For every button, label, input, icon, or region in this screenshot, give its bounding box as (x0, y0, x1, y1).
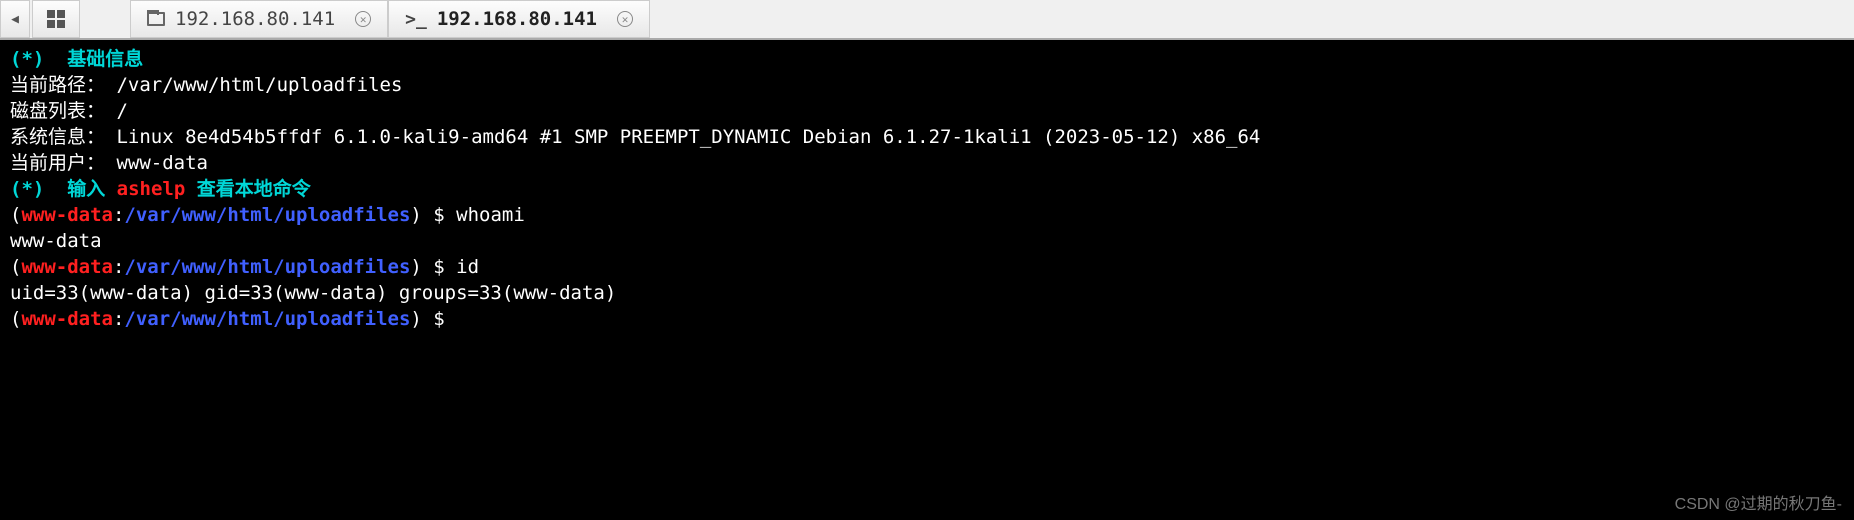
command-input: whoami (456, 204, 525, 226)
prompt-user: www-data (21, 308, 113, 330)
tab-file-browser[interactable]: 192.168.80.141 ✕ (130, 0, 388, 38)
tab-label: 192.168.80.141 (175, 8, 335, 30)
prompt-colon: : (113, 256, 124, 278)
section-title: 基础信息 (44, 48, 143, 70)
tab-bar: ◀ 192.168.80.141 ✕ >_ 192.168.80.141 ✕ (0, 0, 1854, 40)
terminal-icon: >_ (405, 9, 427, 30)
user-value: www-data (105, 152, 208, 174)
sys-value: Linux 8e4d54b5ffdf 6.1.0-kali9-amd64 #1 … (105, 126, 1260, 148)
prompt-path: /var/www/html/uploadfiles (124, 256, 410, 278)
prompt-suffix: ) $ (410, 256, 456, 278)
help-suffix: 查看本地命令 (185, 178, 310, 200)
back-button[interactable]: ◀ (0, 0, 30, 38)
terminal-output[interactable]: (*) 基础信息 当前路径： /var/www/html/uploadfiles… (0, 40, 1854, 338)
disk-label: 磁盘列表： (10, 100, 105, 122)
help-cmd: ashelp (117, 178, 186, 200)
close-icon[interactable]: ✕ (617, 11, 633, 27)
prompt-user: www-data (21, 256, 113, 278)
tab-label: 192.168.80.141 (437, 8, 597, 30)
prompt-lparen: ( (10, 204, 21, 226)
prompt-colon: : (113, 204, 124, 226)
folder-icon (147, 12, 165, 26)
command-input: id (456, 256, 479, 278)
prompt-path: /var/www/html/uploadfiles (124, 308, 410, 330)
help-prefix: 输入 (44, 178, 116, 200)
user-label: 当前用户： (10, 152, 105, 174)
command-output: www-data (10, 230, 102, 252)
prompt-lparen: ( (10, 308, 21, 330)
section-marker: (*) (10, 178, 44, 200)
grid-icon (47, 10, 65, 28)
prompt-path: /var/www/html/uploadfiles (124, 204, 410, 226)
prompt-colon: : (113, 308, 124, 330)
prompt-lparen: ( (10, 256, 21, 278)
path-value: /var/www/html/uploadfiles (105, 74, 402, 96)
prompt-suffix: ) $ (410, 204, 456, 226)
back-arrow-icon: ◀ (11, 12, 19, 27)
sys-label: 系统信息： (10, 126, 105, 148)
section-marker: (*) (10, 48, 44, 70)
disk-value: / (105, 100, 128, 122)
prompt-user: www-data (21, 204, 113, 226)
watermark: CSDN @过期的秋刀鱼- (1675, 490, 1842, 514)
command-output: uid=33(www-data) gid=33(www-data) groups… (10, 282, 616, 304)
path-label: 当前路径： (10, 74, 105, 96)
tab-terminal[interactable]: >_ 192.168.80.141 ✕ (388, 0, 650, 38)
prompt-suffix: ) $ (410, 308, 456, 330)
apps-grid-button[interactable] (32, 0, 80, 38)
close-icon[interactable]: ✕ (355, 11, 371, 27)
